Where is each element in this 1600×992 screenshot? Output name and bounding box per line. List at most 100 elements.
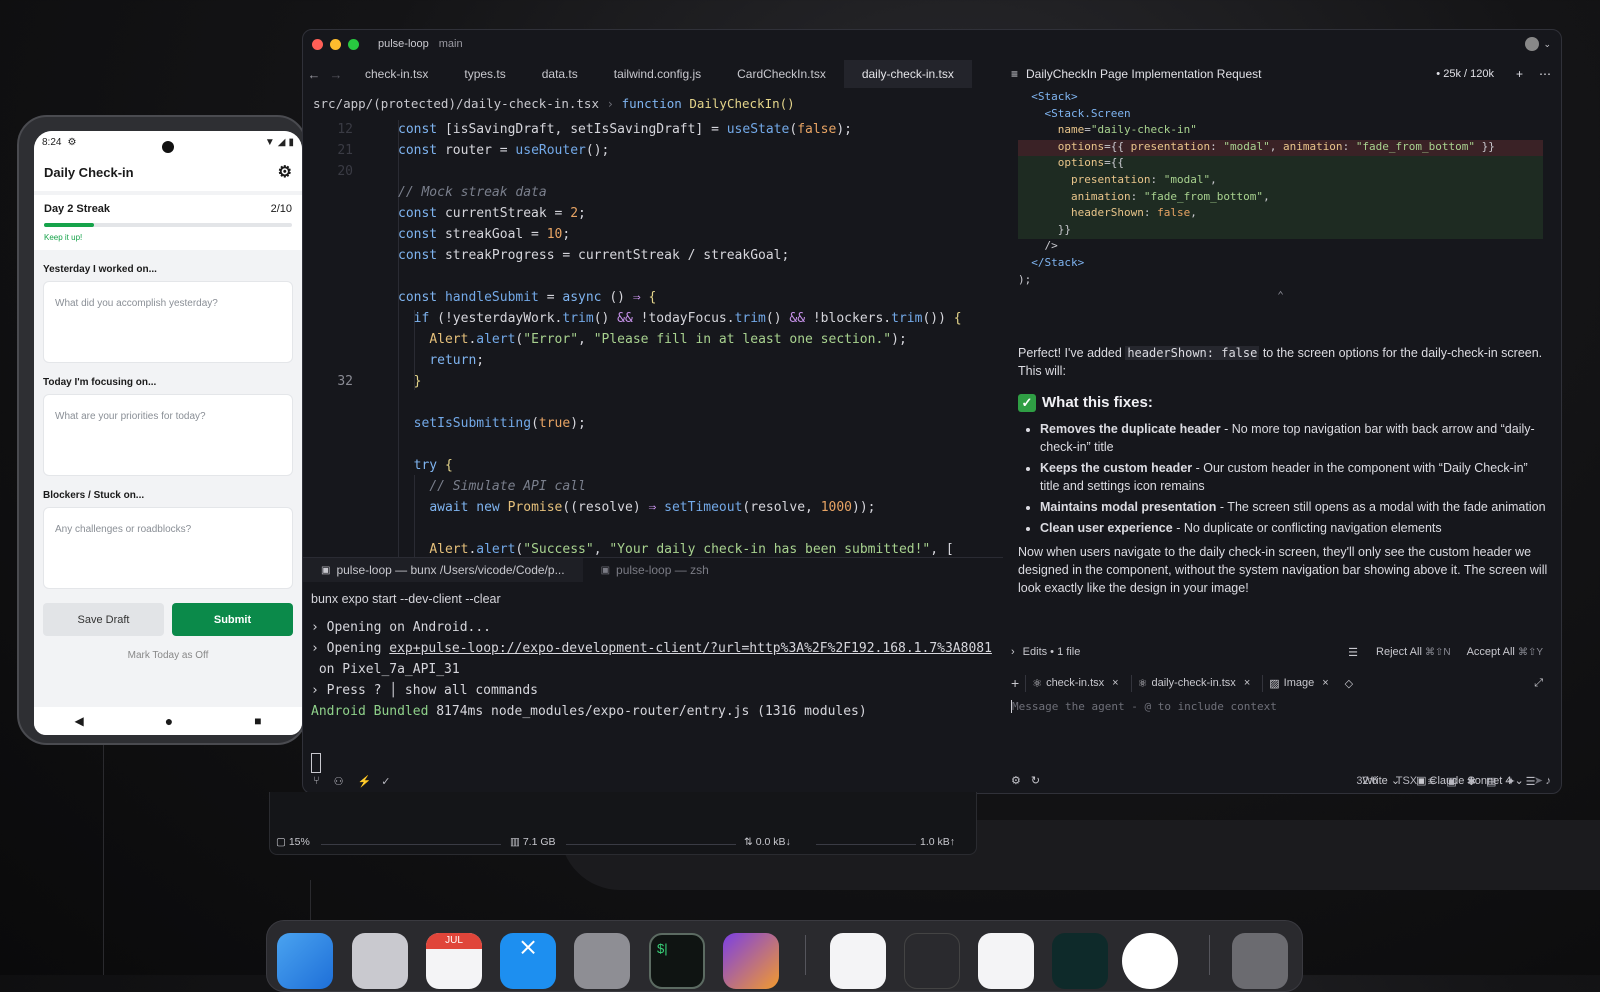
maximize-window-button[interactable] — [348, 38, 359, 50]
bug-icon[interactable]: ✱ — [1467, 775, 1476, 788]
textedit-icon[interactable] — [904, 933, 960, 989]
layout-icon[interactable]: ▤ — [1486, 775, 1496, 788]
expand-icon[interactable]: ⤢ — [1534, 677, 1543, 690]
project-name[interactable]: pulse-loop — [378, 38, 429, 50]
page-title: Daily Check-in — [44, 164, 134, 180]
recents-icon[interactable]: ■ — [254, 714, 261, 728]
blockers-input[interactable]: Any challenges or roadblocks? — [43, 507, 293, 589]
cursor-position[interactable]: 32:6 — [1356, 775, 1377, 787]
plus-icon[interactable]: + — [1516, 67, 1523, 81]
dock: JUL ⨯ $| — [266, 920, 1303, 992]
format-icon[interactable]: ≋ — [1427, 775, 1436, 788]
chevron-right-icon[interactable]: › — [1011, 646, 1015, 658]
breadcrumb-path[interactable]: src/app/(protected)/daily-check-in.tsx — [313, 96, 599, 111]
network-icon: ⇅ — [744, 836, 753, 848]
more-icon[interactable]: ⋯ — [1539, 67, 1551, 81]
accept-all-button[interactable]: Accept All ⌘⇧Y — [1467, 646, 1543, 658]
tab-tailwind-config[interactable]: tailwind.config.js — [596, 60, 719, 88]
yesterday-input[interactable]: What did you accomplish yesterday? — [43, 281, 293, 363]
home-icon[interactable]: ● — [165, 713, 173, 729]
reject-all-button[interactable]: Reject All ⌘⇧N — [1376, 646, 1451, 658]
ide-window: pulse-loop main ⌄ ← → check-in.tsx types… — [302, 29, 1562, 794]
mark-today-off-link[interactable]: Mark Today as Off — [34, 650, 302, 661]
breadcrumb-symbol[interactable]: DailyCheckIn() — [689, 96, 794, 111]
today-input[interactable]: What are your priorities for today? — [43, 394, 293, 476]
ai-icon[interactable]: ✦ — [1506, 775, 1515, 788]
terminal-tabs: ▣ pulse-loop — bunx /Users/vicode/Code/p… — [303, 558, 1003, 582]
finder-icon[interactable] — [277, 933, 333, 989]
avatar[interactable] — [1525, 37, 1540, 51]
launchpad-icon[interactable] — [352, 933, 408, 989]
lightning-icon[interactable]: ⚡ — [357, 775, 371, 788]
token-usage: • 25k / 120k — [1436, 68, 1494, 80]
terminal-tab-bunx[interactable]: ▣ pulse-loop — bunx /Users/vicode/Code/p… — [303, 558, 583, 582]
context-chip-image[interactable]: ▨ Image × — [1262, 674, 1334, 692]
perplexity-icon[interactable] — [1052, 933, 1108, 989]
expo-dev-link[interactable]: exp+pulse-loop://expo-development-client… — [389, 641, 992, 656]
breadcrumb-keyword: function — [621, 96, 682, 111]
terminal-tab-zsh[interactable]: ▣ pulse-loop — zsh — [583, 558, 727, 582]
terminal-icon: ▣ — [600, 564, 611, 576]
cpu-icon: ▢ — [276, 836, 286, 848]
close-window-button[interactable] — [312, 38, 323, 50]
safari-icon[interactable] — [830, 933, 886, 989]
save-draft-button[interactable]: Save Draft — [43, 603, 164, 636]
edits-summary[interactable]: Edits • 1 file — [1023, 646, 1081, 658]
collaborators-icon[interactable]: ⚇ — [334, 775, 344, 788]
firefox-icon[interactable] — [723, 933, 779, 989]
terminal-app-icon[interactable]: $| — [649, 933, 705, 989]
close-icon[interactable]: × — [1112, 677, 1118, 689]
streak-subtitle: Keep it up! — [44, 233, 83, 242]
tab-daily-check-in[interactable]: daily-check-in.tsx — [843, 60, 972, 88]
gear-icon[interactable]: ⚙ — [278, 162, 292, 182]
app-store-icon[interactable]: ⨯ — [500, 933, 556, 989]
agent-message-input[interactable]: Message the agent - @ to include context — [1011, 700, 1541, 713]
bell-icon[interactable]: ♪ — [1546, 775, 1552, 787]
context-chips: + ⚛ check-in.tsx × ⚛ daily-check-in.tsx × ▨ I… — [1011, 672, 1551, 694]
memory-usage: ▥ 7.1 GB — [510, 836, 556, 848]
outline-icon[interactable]: ☰ — [1526, 775, 1536, 788]
eraser-icon[interactable]: ◇ — [1345, 677, 1353, 690]
network-down: ⇅ 0.0 kB↓ — [744, 836, 791, 848]
submit-button[interactable]: Submit — [172, 603, 293, 636]
trash-icon[interactable] — [1232, 933, 1288, 989]
preview-icon[interactable] — [1122, 933, 1178, 989]
breadcrumb: src/app/(protected)/daily-check-in.tsx ›… — [313, 96, 795, 111]
collapse-icon[interactable]: ⌃ — [1018, 289, 1543, 306]
git-branch-icon[interactable]: ⑂ — [313, 775, 320, 787]
minimize-window-button[interactable] — [330, 38, 341, 50]
language-mode[interactable]: TSX — [1396, 775, 1417, 787]
terminal-panel[interactable]: ▣ pulse-loop — bunx /Users/vicode/Code/p… — [303, 557, 1003, 773]
react-icon: ⚛ — [1137, 677, 1148, 690]
calendar-icon[interactable]: JUL — [426, 933, 482, 989]
agent-outro: Now when users navigate to the daily che… — [1018, 545, 1548, 595]
back-icon[interactable]: ◀ — [75, 714, 84, 728]
agent-panel: ≡ DailyCheckIn Page Implementation Reque… — [1003, 60, 1561, 787]
close-icon[interactable]: × — [1322, 677, 1328, 689]
branch-name[interactable]: main — [439, 38, 463, 50]
forward-arrow-icon[interactable]: → — [325, 67, 347, 82]
menu-icon[interactable]: ≡ — [1011, 67, 1018, 81]
tab-check-in[interactable]: check-in.tsx — [347, 60, 446, 88]
system-monitor: ▢ 15% ▥ 7.1 GB ⇅ 0.0 kB↓ 1.0 kB↑ — [269, 792, 977, 855]
phone-screen: 8:24 ⚙ ▼ ◢ ▮ Daily Check-in ⚙ Day 2 Stre… — [34, 131, 302, 735]
tab-types[interactable]: types.ts — [446, 60, 523, 88]
panel-icon[interactable]: ▣ — [1446, 775, 1456, 788]
check-icon[interactable]: ✓ — [381, 775, 390, 788]
close-icon[interactable]: × — [1244, 677, 1250, 689]
review-list-icon[interactable]: ☰ — [1348, 646, 1358, 659]
back-arrow-icon[interactable]: ← — [303, 67, 325, 82]
context-chip-daily-check-in[interactable]: ⚛ daily-check-in.tsx × — [1130, 674, 1257, 692]
system-settings-icon[interactable] — [574, 933, 630, 989]
blockers-label: Blockers / Stuck on... — [43, 490, 145, 501]
image-icon: ▨ — [1269, 677, 1280, 690]
code-editor[interactable]: 12 const [isSavingDraft, setIsSavingDraft… — [303, 120, 1003, 560]
add-context-icon[interactable]: + — [1011, 675, 1019, 691]
vpn-icon[interactable] — [978, 933, 1034, 989]
desktop-divider — [103, 730, 104, 975]
chevron-down-icon[interactable]: ⌄ — [1543, 39, 1551, 50]
terminal-line: Android Bundled 8174ms node_modules/expo… — [311, 704, 867, 719]
context-chip-check-in[interactable]: ⚛ check-in.tsx × — [1025, 674, 1124, 692]
tab-card-check-in[interactable]: CardCheckIn.tsx — [719, 60, 844, 88]
tab-data[interactable]: data.ts — [524, 60, 596, 88]
